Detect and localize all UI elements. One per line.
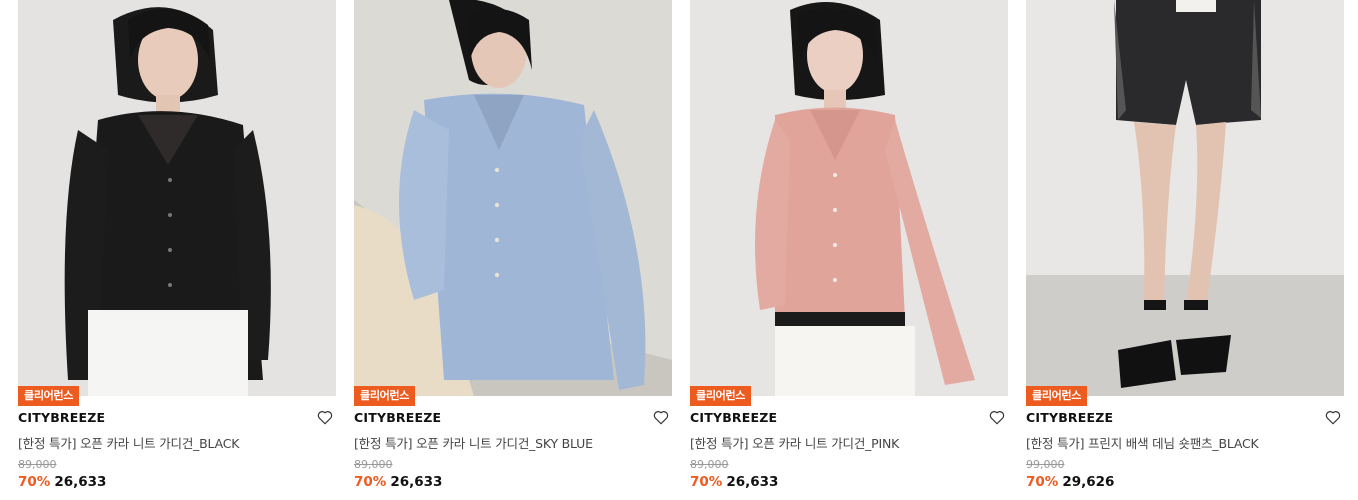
brand-name[interactable]: CITYBREEZE [18,410,105,425]
original-price: 99,000 [1026,458,1065,471]
brand-name[interactable]: CITYBREEZE [354,410,441,425]
product-name[interactable]: [한정 특가] 오픈 카라 니트 가디건_PINK [690,433,899,452]
product-grid: 클리어런스 CITYBREEZE [한정 특가] 오픈 카라 니트 가디건_BL… [0,0,1358,500]
discount-rate: 70% [18,474,51,490]
original-price: 89,000 [690,458,729,471]
heart-outline-icon[interactable] [988,408,1006,426]
product-image-sky-blue-cardigan[interactable] [354,0,672,396]
sale-price: 26,633 [390,474,443,490]
brand-name[interactable]: CITYBREEZE [690,410,777,425]
heart-outline-icon[interactable] [316,408,334,426]
product-name[interactable]: [한정 특가] 오픈 카라 니트 가디건_SKY BLUE [354,433,593,452]
discount-rate: 70% [690,474,723,490]
price-line: 70% 26,633 [354,474,442,490]
price-line: 70% 26,633 [18,474,106,490]
sale-price: 26,633 [726,474,779,490]
sale-price: 29,626 [1062,474,1115,490]
product-image-black-cardigan[interactable] [18,0,336,396]
clearance-badge: 클리어런스 [354,386,416,406]
original-price: 89,000 [354,458,393,471]
clearance-badge: 클리어런스 [18,386,80,406]
product-image-black-denim-shorts[interactable] [1026,0,1344,396]
discount-rate: 70% [1026,474,1059,490]
clearance-badge: 클리어런스 [690,386,752,406]
product-card[interactable]: 클리어런스 CITYBREEZE [한정 특가] 오픈 카라 니트 가디건_PI… [690,0,1008,500]
sale-price: 26,633 [54,474,107,490]
clearance-badge: 클리어런스 [1026,386,1088,406]
discount-rate: 70% [354,474,387,490]
original-price: 89,000 [18,458,57,471]
product-card[interactable]: 클리어런스 CITYBREEZE [한정 특가] 오픈 카라 니트 가디건_SK… [354,0,672,500]
heart-outline-icon[interactable] [1324,408,1342,426]
brand-name[interactable]: CITYBREEZE [1026,410,1113,425]
product-image-pink-cardigan[interactable] [690,0,1008,396]
product-name[interactable]: [한정 특가] 오픈 카라 니트 가디건_BLACK [18,433,239,452]
product-name[interactable]: [한정 특가] 프린지 배색 데님 숏팬츠_BLACK [1026,433,1259,452]
heart-outline-icon[interactable] [652,408,670,426]
product-card[interactable]: 클리어런스 CITYBREEZE [한정 특가] 프린지 배색 데님 숏팬츠_B… [1026,0,1344,500]
product-card[interactable]: 클리어런스 CITYBREEZE [한정 특가] 오픈 카라 니트 가디건_BL… [18,0,336,500]
price-line: 70% 26,633 [690,474,778,490]
price-line: 70% 29,626 [1026,474,1114,490]
